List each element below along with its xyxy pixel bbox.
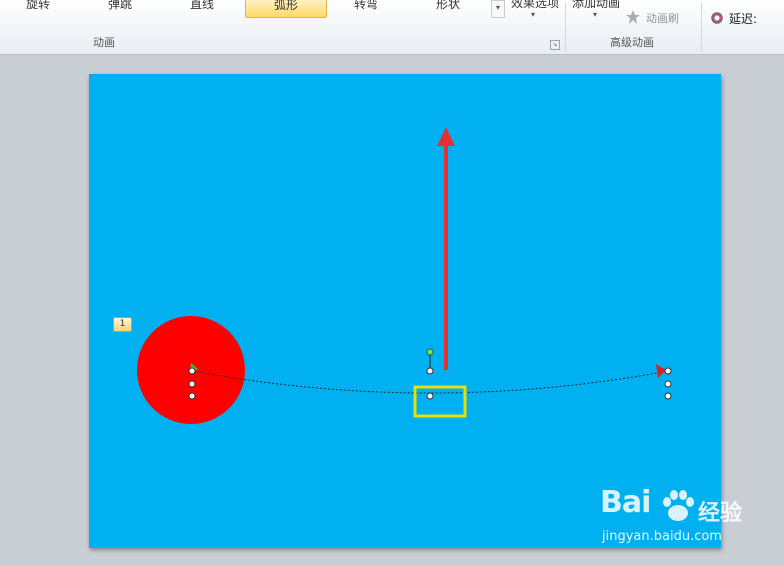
path-handle[interactable] (188, 367, 196, 375)
path-handle[interactable] (426, 392, 434, 400)
path-handle[interactable] (664, 392, 672, 400)
baidu-watermark: Bai 经验 jingyan.baidu.com (600, 485, 780, 555)
watermark-cn: 经验 (698, 501, 743, 526)
path-handle[interactable] (188, 392, 196, 400)
path-handle[interactable] (664, 367, 672, 375)
path-handle[interactable] (426, 367, 434, 375)
path-handle[interactable] (664, 380, 672, 388)
watermark-url: jingyan.baidu.com (602, 529, 722, 544)
yellow-highlight-box (413, 385, 467, 418)
animation-order-tag[interactable]: 1 (113, 317, 132, 332)
red-arrow-head (437, 127, 455, 146)
paw-icon (663, 490, 694, 521)
path-handle[interactable] (188, 380, 196, 388)
slide-overlay (137, 127, 672, 424)
watermark-brand: Bai (600, 485, 651, 520)
rotation-handle[interactable] (426, 348, 434, 356)
